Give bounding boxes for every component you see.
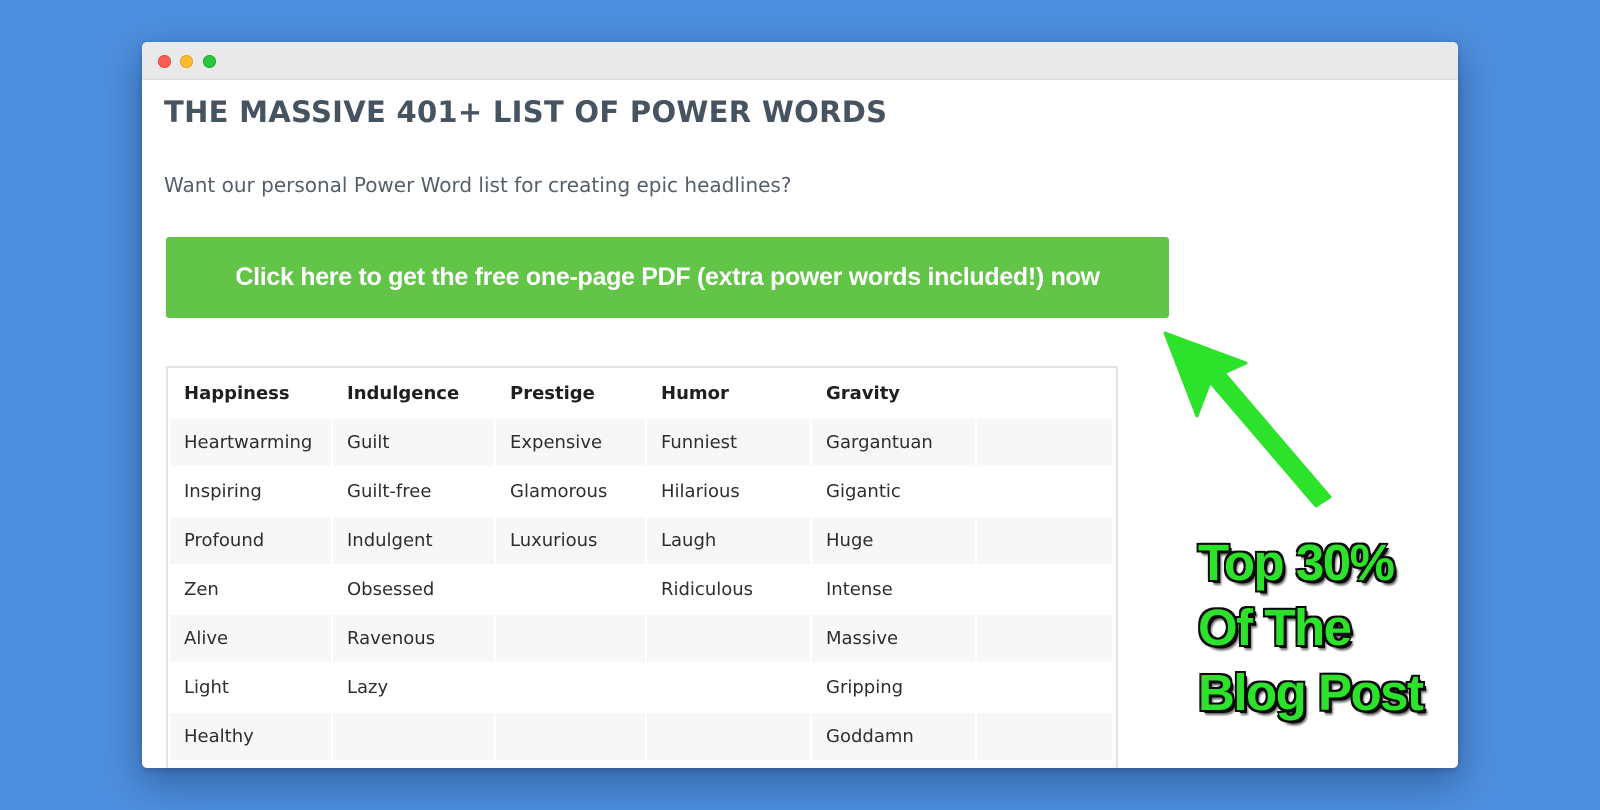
- table-cell: Ridiculous: [647, 566, 810, 613]
- table-cell: Gripping: [812, 664, 975, 711]
- table-cell: [977, 468, 1112, 515]
- table-cell: [647, 664, 810, 711]
- table-cell: [977, 664, 1112, 711]
- column-header: [977, 370, 1112, 417]
- table-cell: Obsessed: [333, 566, 494, 613]
- close-window-icon[interactable]: [158, 55, 171, 68]
- table-cell: Laugh: [647, 517, 810, 564]
- page-title: THE MASSIVE 401+ LIST OF POWER WORDS: [164, 95, 888, 129]
- arrow-up-left-icon: [1163, 331, 1332, 508]
- table-cell: Healthy: [170, 713, 331, 760]
- table-cell: [977, 517, 1112, 564]
- table-row: Profound Indulgent Luxurious Laugh Huge: [170, 517, 1112, 564]
- table-cell: Indulgent: [333, 517, 494, 564]
- table-cell: Ravenous: [333, 615, 494, 662]
- table-fade-overlay: [168, 762, 1116, 768]
- table-cell: [647, 615, 810, 662]
- table-cell: Guilt: [333, 419, 494, 466]
- table-cell: Hilarious: [647, 468, 810, 515]
- table-cell: [977, 419, 1112, 466]
- table-cell: [977, 566, 1112, 613]
- annotation-line: Of The: [1197, 598, 1353, 658]
- table-cell: Profound: [170, 517, 331, 564]
- table-row: Alive Ravenous Massive: [170, 615, 1112, 662]
- table-row: Healthy Goddamn: [170, 713, 1112, 760]
- table-cell: Huge: [812, 517, 975, 564]
- table-cell: [977, 615, 1112, 662]
- column-header: Happiness: [170, 370, 331, 417]
- annotation-line: Blog Post: [1197, 663, 1425, 723]
- column-header: Gravity: [812, 370, 975, 417]
- table-cell: Zen: [170, 566, 331, 613]
- table-cell: Guilt-free: [333, 468, 494, 515]
- table-cell: Gargantuan: [812, 419, 975, 466]
- table-cell: Goddamn: [812, 713, 975, 760]
- power-words-table: Happiness Indulgence Prestige Humor Grav…: [168, 368, 1114, 762]
- column-header: Prestige: [496, 370, 645, 417]
- table-cell: Inspiring: [170, 468, 331, 515]
- table-cell: [496, 615, 645, 662]
- table-cell: Intense: [812, 566, 975, 613]
- table-row: Inspiring Guilt-free Glamorous Hilarious…: [170, 468, 1112, 515]
- zoom-window-icon[interactable]: [203, 55, 216, 68]
- table-row: Light Lazy Gripping: [170, 664, 1112, 711]
- table-cell: [647, 713, 810, 760]
- table-cell: [496, 566, 645, 613]
- table-cell: Glamorous: [496, 468, 645, 515]
- table-cell: Massive: [812, 615, 975, 662]
- table-cell: [496, 664, 645, 711]
- column-header: Indulgence: [333, 370, 494, 417]
- table-cell: Heartwarming: [170, 419, 331, 466]
- table-cell: Alive: [170, 615, 331, 662]
- table-cell: Gigantic: [812, 468, 975, 515]
- minimize-window-icon[interactable]: [180, 55, 193, 68]
- annotation-line: Top 30%: [1197, 533, 1396, 593]
- column-header: Humor: [647, 370, 810, 417]
- power-words-table-container: Happiness Indulgence Prestige Humor Grav…: [166, 366, 1118, 768]
- table-cell: Lazy: [333, 664, 494, 711]
- table-cell: [496, 713, 645, 760]
- download-pdf-button[interactable]: Click here to get the free one-page PDF …: [166, 237, 1169, 318]
- table-cell: Light: [170, 664, 331, 711]
- table-cell: Luxurious: [496, 517, 645, 564]
- table-cell: [333, 713, 494, 760]
- table-cell: [977, 713, 1112, 760]
- table-cell: Funniest: [647, 419, 810, 466]
- table-row: Zen Obsessed Ridiculous Intense: [170, 566, 1112, 613]
- annotation-callout: Top 30% Of The Blog Post: [1197, 530, 1425, 725]
- table-cell: Expensive: [496, 419, 645, 466]
- page-subtitle: Want our personal Power Word list for cr…: [164, 173, 792, 197]
- table-row: Heartwarming Guilt Expensive Funniest Ga…: [170, 419, 1112, 466]
- window-titlebar: [142, 42, 1458, 80]
- table-header-row: Happiness Indulgence Prestige Humor Grav…: [170, 370, 1112, 417]
